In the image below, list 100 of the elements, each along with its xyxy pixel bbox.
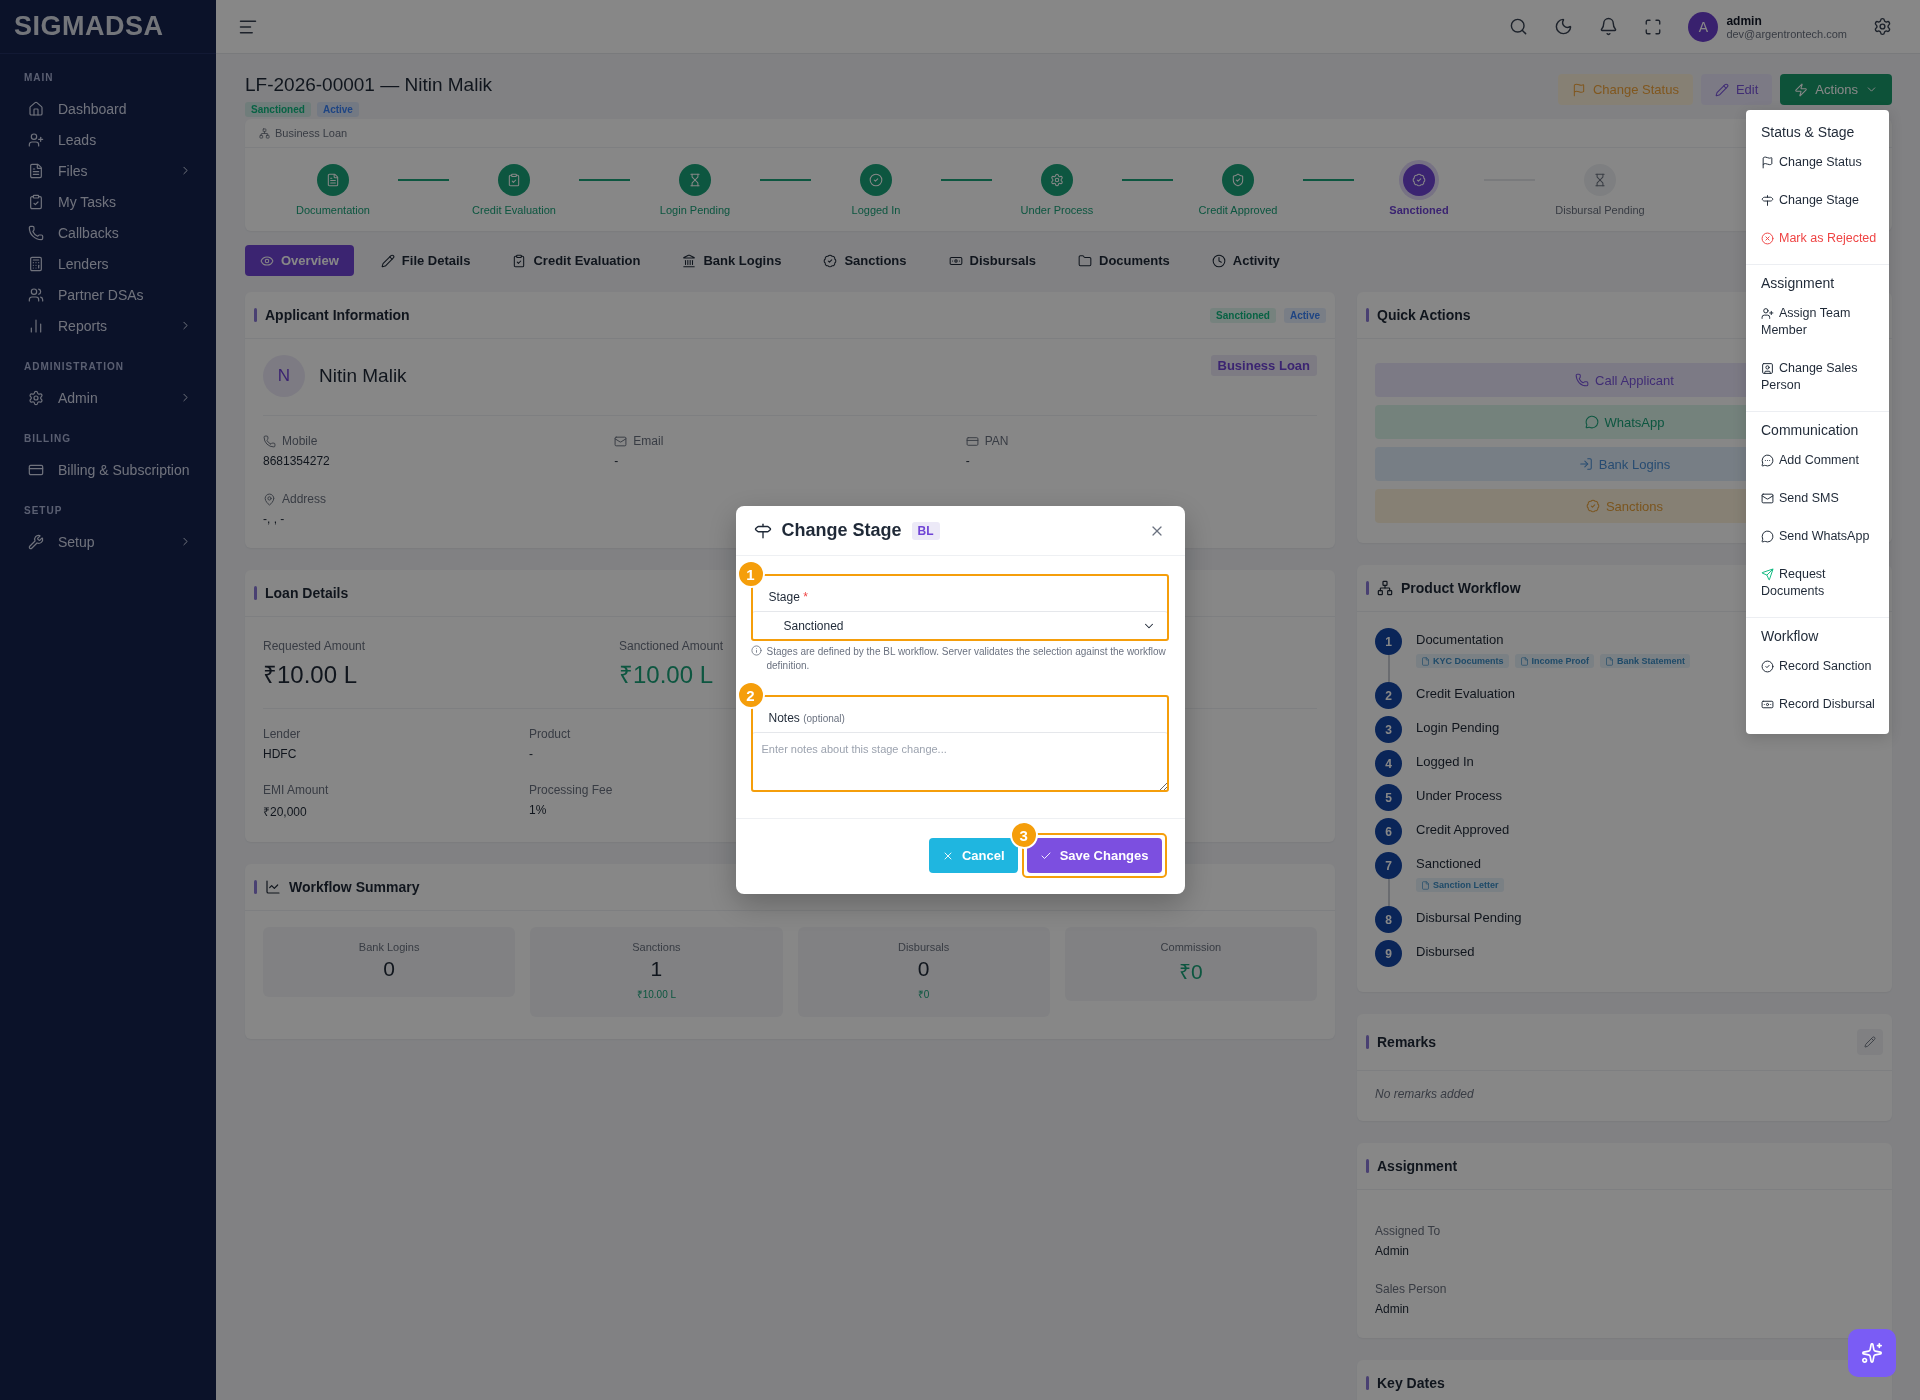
card-title: Assignment [1377, 1158, 1458, 1174]
card-title: Product Workflow [1401, 580, 1521, 596]
shield-icon [1231, 173, 1245, 187]
tab[interactable]: Disbursals [933, 245, 1051, 276]
calculator-icon [28, 255, 44, 272]
clipboard-icon [507, 173, 521, 187]
clipboard-icon [28, 193, 44, 210]
workflow-step-label: Logged In [1416, 754, 1474, 769]
pencil-icon [380, 253, 395, 268]
field-label: Product [529, 727, 571, 741]
fullscreen-button[interactable] [1644, 17, 1663, 36]
lightning-icon [1794, 82, 1809, 97]
check-badge-icon [1412, 173, 1426, 187]
assistant-button[interactable] [1848, 1329, 1896, 1377]
document-tag: Sanction Letter [1416, 878, 1504, 892]
stat-value: 0 [382, 957, 396, 981]
header-button[interactable]: Edit [1700, 74, 1773, 105]
tab[interactable]: File Details [365, 245, 486, 276]
menu-item[interactable]: Mark as Rejected [1746, 220, 1889, 258]
sidebar-item[interactable]: Lenders [0, 248, 216, 279]
hierarchy-icon [1377, 580, 1393, 596]
document-tag: Bank Statement [1600, 654, 1691, 668]
notes-field[interactable]: Enter notes about this stage change... [750, 732, 1169, 792]
tab[interactable]: Activity [1196, 245, 1295, 276]
menu-item[interactable]: Request Documents [1746, 556, 1889, 611]
tab[interactable]: Overview [245, 245, 354, 276]
header-button[interactable]: Actions [1780, 74, 1892, 105]
menu-item[interactable]: Record Sanction [1746, 648, 1889, 686]
check-circle-icon [1761, 660, 1774, 673]
annotation-number: 1 [736, 560, 765, 588]
product-label: Business Loan [275, 127, 348, 139]
pencil-icon [1714, 82, 1729, 97]
step-label: Credit Evaluation [472, 204, 556, 217]
stat-label: Bank Logins [357, 941, 421, 953]
applicant-name: Nitin Malik [319, 365, 408, 387]
cancel-button[interactable]: Cancel [929, 838, 1018, 873]
tab[interactable]: Documents [1063, 245, 1185, 276]
sidebar-item[interactable]: Callbacks [0, 217, 216, 248]
sidebar-section-title: ADMINISTRATION [23, 361, 125, 374]
field-label: Stage * [768, 590, 808, 604]
house-icon [28, 100, 44, 117]
folder-icon [1078, 253, 1092, 268]
field-label: PAN [984, 434, 1009, 448]
bell-icon [1599, 17, 1619, 36]
user-avatar[interactable]: A [1688, 11, 1719, 42]
step-label: Disbursal Pending [1555, 204, 1645, 217]
sidebar-item[interactable]: Dashboard [0, 93, 216, 124]
menu-item[interactable]: Change Status [1746, 144, 1889, 182]
document-tag: KYC Documents [1416, 654, 1509, 668]
card-title: Quick Actions [1377, 307, 1471, 323]
product-badge: Business Loan [1210, 355, 1317, 376]
settings-button[interactable] [1873, 17, 1892, 36]
stat-value: 1 [649, 957, 664, 981]
notifications-button[interactable] [1599, 17, 1619, 36]
document-icon [326, 173, 340, 187]
sidebar-item[interactable]: Partner DSAs [0, 279, 216, 310]
sidebar-item[interactable]: Admin [0, 382, 216, 413]
search-button[interactable] [1509, 17, 1529, 36]
field-value: Admin [1375, 1302, 1409, 1316]
field-value: Admin [1375, 1244, 1409, 1258]
step-label: Logged In [851, 204, 901, 217]
eye-icon [260, 253, 274, 268]
x-circle-icon [1761, 232, 1774, 245]
field-label: Lender [263, 727, 301, 741]
dialog-title: Change Stage [781, 520, 902, 541]
sidebar-item[interactable]: Setup [0, 526, 216, 557]
field-value: -, , - [263, 512, 285, 526]
info-icon [750, 645, 762, 656]
bank-icon [682, 253, 697, 268]
step-number: 5 [1375, 784, 1402, 811]
user-card-icon [1761, 362, 1774, 375]
workflow-badge: BL [911, 521, 940, 540]
check-badge-icon [1585, 499, 1600, 513]
dark-mode-button[interactable] [1554, 17, 1574, 36]
sidebar-item[interactable]: My Tasks [0, 186, 216, 217]
line-chart-icon [265, 879, 281, 895]
workflow-step-label: Credit Approved [1416, 822, 1510, 837]
check-circle-icon [869, 173, 883, 187]
user-plus-icon [28, 131, 44, 148]
bar-chart-icon [28, 317, 44, 334]
sidebar-item[interactable]: Billing & Subscription [0, 454, 216, 485]
tab[interactable]: Sanctions [808, 245, 922, 276]
menu-item[interactable]: Change Stage [1746, 182, 1889, 220]
users-icon [28, 286, 44, 303]
chat-icon [1761, 530, 1774, 543]
field-label: Assigned To [1375, 1224, 1441, 1238]
stat-label: Disbursals [896, 941, 951, 953]
amount-value: ₹10.00 L [263, 660, 358, 690]
field-label: Sanctioned Amount [619, 639, 724, 653]
signpost-icon [1761, 194, 1774, 207]
sidebar-item[interactable]: Leads [0, 124, 216, 155]
menu-section-title: Communication [1760, 421, 1860, 440]
menu-item[interactable]: Assign Team Member [1746, 295, 1889, 350]
sidebar-item[interactable]: Files [0, 155, 216, 186]
menu-item[interactable]: Record Disbursal [1746, 686, 1889, 724]
tab[interactable]: Credit Evaluation [497, 245, 656, 276]
step-number: 9 [1375, 940, 1402, 967]
sidebar-item[interactable]: Reports [0, 310, 216, 341]
field-value: 8681354272 [263, 454, 330, 468]
tab[interactable]: Bank Logins [667, 245, 797, 276]
